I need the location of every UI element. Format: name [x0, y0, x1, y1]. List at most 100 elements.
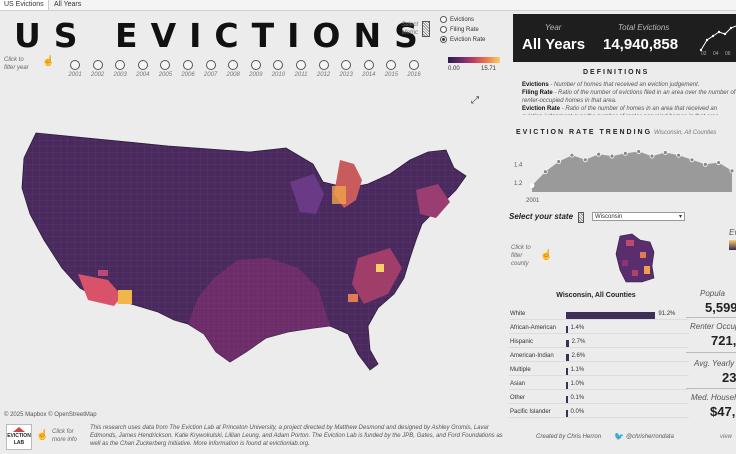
- year-2002[interactable]: 2002: [88, 60, 108, 78]
- race-row[interactable]: Pacific Islander 0.0%: [509, 408, 689, 418]
- year-2010[interactable]: 2010: [268, 60, 288, 78]
- metric-option-filing-rate[interactable]: Filing Rate: [440, 26, 479, 33]
- click-info-label: Click for more info: [52, 429, 78, 443]
- year-2012[interactable]: 2012: [314, 60, 334, 78]
- race-pct: 0.0%: [570, 409, 585, 415]
- radio-icon[interactable]: [440, 26, 447, 33]
- radio-selected-icon[interactable]: [440, 36, 447, 43]
- metric-hatch-icon: [422, 21, 430, 37]
- year-dot-icon[interactable]: [92, 60, 103, 70]
- trend-point-2006[interactable]: [596, 151, 602, 157]
- trend-point-2008[interactable]: [622, 150, 628, 156]
- race-row[interactable]: White 91.2%: [509, 310, 689, 320]
- trend-point-2013[interactable]: [689, 157, 695, 163]
- year-dot-icon[interactable]: [160, 60, 171, 70]
- year-2005[interactable]: 2005: [155, 60, 175, 78]
- race-label: American-Indian: [510, 353, 554, 359]
- year-2015[interactable]: 2015: [381, 60, 401, 78]
- year-dot-icon[interactable]: [137, 60, 148, 70]
- trend-point-2001[interactable]: [529, 183, 535, 188]
- definition-item: Eviction Rate - Ratio of the number of h…: [522, 106, 720, 115]
- year-dot-icon[interactable]: [363, 60, 374, 70]
- year-dot-icon[interactable]: [228, 60, 239, 70]
- race-label: Multiple: [510, 367, 531, 373]
- trend-chart[interactable]: 1.2 1.4 2001: [512, 142, 736, 204]
- metric-option-eviction-rate[interactable]: Eviction Rate: [440, 36, 485, 43]
- race-row[interactable]: Other 0.1%: [509, 394, 689, 404]
- trend-point-2002[interactable]: [542, 169, 548, 175]
- trend-point-2015[interactable]: [716, 160, 722, 165]
- year-2013[interactable]: 2013: [336, 60, 356, 78]
- year-2011[interactable]: 2011: [291, 60, 311, 78]
- trend-point-2016[interactable]: [729, 168, 735, 174]
- definitions-list[interactable]: Evictions - Number of homes that receive…: [522, 81, 736, 115]
- wisconsin-county-map[interactable]: [612, 230, 662, 286]
- year-dot-icon[interactable]: [250, 60, 261, 70]
- page-title: US EVICTIONS: [14, 16, 431, 55]
- tab-us-evictions[interactable]: US Evictions: [0, 0, 49, 10]
- year-2009[interactable]: 2009: [246, 60, 266, 78]
- definition-item: Evictions - Number of homes that receive…: [522, 82, 700, 88]
- trend-point-2004[interactable]: [569, 152, 575, 158]
- year-2008[interactable]: 2008: [223, 60, 243, 78]
- trend-point-2010[interactable]: [649, 153, 655, 159]
- year-dot-icon[interactable]: [115, 60, 126, 70]
- race-row[interactable]: African-American 1.4%: [509, 324, 689, 334]
- map-attribution[interactable]: © 2025 Mapbox © OpenStreetMap: [4, 412, 97, 418]
- race-row[interactable]: American-Indian 2.6%: [509, 352, 689, 362]
- year-2014[interactable]: 2014: [359, 60, 379, 78]
- year-2007[interactable]: 2007: [201, 60, 221, 78]
- race-row[interactable]: Asian 1.0%: [509, 380, 689, 390]
- year-dot-icon[interactable]: [296, 60, 306, 70]
- stat-divider: [686, 388, 736, 389]
- filter-year-label: Click to filter year: [4, 57, 29, 71]
- trend-point-2007[interactable]: [609, 153, 615, 159]
- year-2004[interactable]: 2004: [133, 60, 153, 78]
- expand-icon[interactable]: ⤢: [471, 95, 479, 106]
- population-value: 5,599: [705, 300, 736, 315]
- trend-point-2011[interactable]: [662, 150, 668, 155]
- year-dot-icon[interactable]: [183, 60, 193, 70]
- year-dot-icon[interactable]: [318, 60, 329, 70]
- us-choropleth-map[interactable]: [18, 128, 483, 380]
- hand-pointer-icon: ☝: [42, 56, 55, 67]
- race-bar: [566, 312, 656, 319]
- race-label: African-American: [510, 325, 557, 331]
- race-bar: [566, 410, 568, 417]
- year-dot-icon[interactable]: [205, 60, 216, 70]
- race-row[interactable]: Multiple 1.1%: [509, 366, 689, 376]
- year-dot-icon[interactable]: [409, 60, 419, 70]
- total-evictions-label: Total Evictions: [618, 23, 670, 32]
- trend-point-2003[interactable]: [556, 159, 562, 165]
- race-row[interactable]: Hispanic 2.7%: [509, 338, 689, 348]
- trend-point-2005[interactable]: [582, 157, 588, 163]
- year-2003[interactable]: 2003: [110, 60, 130, 78]
- year-label: 2016: [407, 72, 421, 78]
- state-dropdown[interactable]: Wisconsin: [592, 212, 685, 222]
- year-2006[interactable]: 2006: [178, 60, 198, 78]
- year-label: 2002: [90, 72, 105, 78]
- year-dot-icon[interactable]: [341, 60, 352, 70]
- year-2001[interactable]: 2001: [65, 60, 85, 78]
- view-more-link[interactable]: view: [720, 434, 732, 440]
- stat-divider: [686, 352, 736, 353]
- metric-option-evictions[interactable]: Evictions: [440, 16, 474, 23]
- trend-point-2012[interactable]: [676, 152, 682, 158]
- trend-point-2014[interactable]: [702, 161, 708, 167]
- year-dot-icon[interactable]: [70, 60, 80, 70]
- author-credit: Created by Chris Herron: [536, 434, 602, 440]
- twitter-icon[interactable]: 🐦: [614, 432, 624, 441]
- year-dot-icon[interactable]: [273, 60, 284, 70]
- eviction-lab-logo[interactable]: EVICTION LAB: [6, 424, 32, 450]
- definition-item: Filing Rate - Ratio of the number of evi…: [522, 90, 736, 104]
- renter-label: Renter Occup: [690, 322, 736, 331]
- twitter-handle[interactable]: @chrisherrondata: [626, 434, 674, 440]
- row-divider: [509, 333, 689, 334]
- trend-point-2009[interactable]: [636, 149, 642, 154]
- tab-all-years[interactable]: All Years: [50, 0, 85, 10]
- year-2016[interactable]: 2016: [404, 60, 424, 78]
- year-dot-icon[interactable]: [386, 60, 397, 70]
- radio-icon[interactable]: [440, 16, 447, 23]
- stat-divider: [686, 317, 736, 318]
- color-legend: [448, 57, 500, 63]
